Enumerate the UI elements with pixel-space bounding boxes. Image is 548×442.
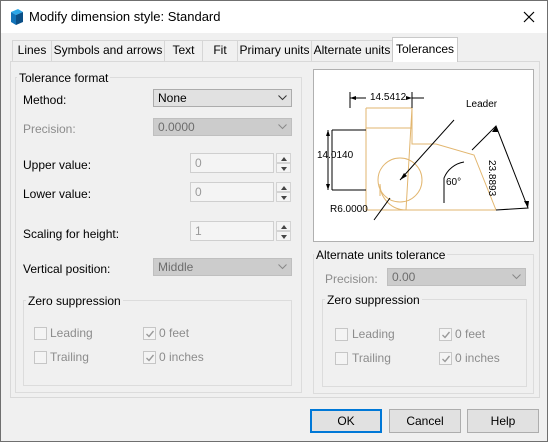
trailing-checkbox[interactable] <box>34 351 47 364</box>
alt-leading-label: Leading <box>352 327 395 341</box>
alt-zero-inches-checkbox[interactable] <box>439 352 452 365</box>
ok-button[interactable]: OK <box>310 409 382 433</box>
alt-leading-checkbox[interactable] <box>335 328 348 341</box>
preview-drawing: 14.5412 14.0140 23.8893 60° R6.0000 Lead… <box>317 92 529 221</box>
arrow-up-icon <box>281 157 287 161</box>
spin-up-button[interactable] <box>276 153 291 163</box>
arrow-up-icon <box>281 186 287 190</box>
tab-alternate-units[interactable]: Alternate units <box>311 40 393 61</box>
chevron-down-icon <box>512 274 521 280</box>
arrow-down-icon <box>281 235 287 239</box>
chevron-down-icon <box>278 264 287 270</box>
arrow-down-icon <box>281 196 287 200</box>
scaling-value: 1 <box>195 224 202 238</box>
preview-dim-top: 14.5412 <box>370 92 407 103</box>
title-bar: Modify dimension style: Standard <box>1 1 547 33</box>
alt-precision-value: 0.00 <box>392 270 416 284</box>
spin-down-button[interactable] <box>276 163 291 173</box>
close-button[interactable] <box>515 4 543 30</box>
trailing-label: Trailing <box>50 350 89 364</box>
spin-down-button[interactable] <box>276 192 291 202</box>
precision-label: Precision: <box>23 122 76 136</box>
precision-value: 0.0000 <box>158 120 195 134</box>
chevron-down-icon <box>278 95 287 101</box>
zero-inches-label: 0 inches <box>159 350 204 364</box>
tab-lines[interactable]: Lines <box>12 40 52 61</box>
alt-trailing-checkbox[interactable] <box>335 352 348 365</box>
tab-symbols-and-arrows[interactable]: Symbols and arrows <box>51 40 165 61</box>
upper-value-spinner[interactable] <box>276 153 291 173</box>
cancel-button[interactable]: Cancel <box>389 409 461 433</box>
alt-precision-select[interactable]: 0.00 <box>387 268 526 286</box>
spin-down-button[interactable] <box>276 231 291 241</box>
zero-feet-label: 0 feet <box>159 326 190 340</box>
scaling-for-height-input[interactable]: 1 <box>190 221 274 241</box>
checkmark-icon <box>146 330 155 338</box>
arrow-down-icon <box>281 167 287 171</box>
spin-up-button[interactable] <box>276 221 291 231</box>
method-value: None <box>158 91 187 105</box>
lower-value-spinner[interactable] <box>276 182 291 202</box>
zero-suppression-group <box>23 300 292 386</box>
tab-text[interactable]: Text <box>164 40 203 61</box>
preview-leader: Leader <box>466 99 498 110</box>
vertical-position-select[interactable]: Middle <box>153 258 292 276</box>
lower-value-label: Lower value: <box>23 187 92 201</box>
app-icon <box>10 9 24 25</box>
chevron-down-icon <box>278 124 287 130</box>
window-title: Modify dimension style: Standard <box>29 9 221 24</box>
method-label: Method: <box>23 93 67 107</box>
precision-select[interactable]: 0.0000 <box>153 118 292 136</box>
alt-precision-label: Precision: <box>325 272 378 286</box>
preview-angle: 60° <box>446 177 461 188</box>
checkmark-icon <box>146 354 155 362</box>
checkmark-icon <box>442 331 451 339</box>
alt-zero-feet-label: 0 feet <box>455 327 486 341</box>
dimension-preview: 14.5412 14.0140 23.8893 60° R6.0000 Lead… <box>313 69 534 242</box>
alt-zero-suppression-group <box>322 299 527 387</box>
help-button[interactable]: Help <box>467 409 539 433</box>
leading-label: Leading <box>50 326 93 340</box>
zero-feet-checkbox[interactable] <box>143 327 156 340</box>
close-icon <box>523 11 535 23</box>
upper-value: 0 <box>195 156 202 170</box>
alt-zero-inches-label: 0 inches <box>455 351 500 365</box>
zero-suppression-label: Zero suppression <box>26 294 123 308</box>
upper-value-label: Upper value: <box>23 158 92 172</box>
tab-tolerances[interactable]: Tolerances <box>392 37 458 62</box>
alternate-units-tolerance-label: Alternate units tolerance <box>314 248 448 262</box>
dialog-window: Modify dimension style: Standard Lines S… <box>0 0 548 442</box>
tolerance-format-label: Tolerance format <box>17 71 111 85</box>
lower-value: 0 <box>195 185 202 199</box>
alt-zero-suppression-label: Zero suppression <box>325 293 422 307</box>
arrow-up-icon <box>281 225 287 229</box>
method-select[interactable]: None <box>153 89 292 107</box>
preview-dim-diag: 23.8893 <box>486 160 497 197</box>
tab-fit[interactable]: Fit <box>202 40 238 61</box>
preview-dim-left: 14.0140 <box>317 150 354 161</box>
scaling-for-height-label: Scaling for height: <box>23 227 120 241</box>
checkmark-icon <box>442 355 451 363</box>
preview-radius: R6.0000 <box>330 204 368 215</box>
scaling-for-height-spinner[interactable] <box>276 221 291 241</box>
alt-trailing-label: Trailing <box>352 351 391 365</box>
leading-checkbox[interactable] <box>34 327 47 340</box>
vertical-position-label: Vertical position: <box>23 262 111 276</box>
lower-value-input[interactable]: 0 <box>190 182 274 202</box>
zero-inches-checkbox[interactable] <box>143 351 156 364</box>
spin-up-button[interactable] <box>276 182 291 192</box>
alt-zero-feet-checkbox[interactable] <box>439 328 452 341</box>
tab-primary-units[interactable]: Primary units <box>237 40 312 61</box>
upper-value-input[interactable]: 0 <box>190 153 274 173</box>
vertical-position-value: Middle <box>158 260 194 274</box>
